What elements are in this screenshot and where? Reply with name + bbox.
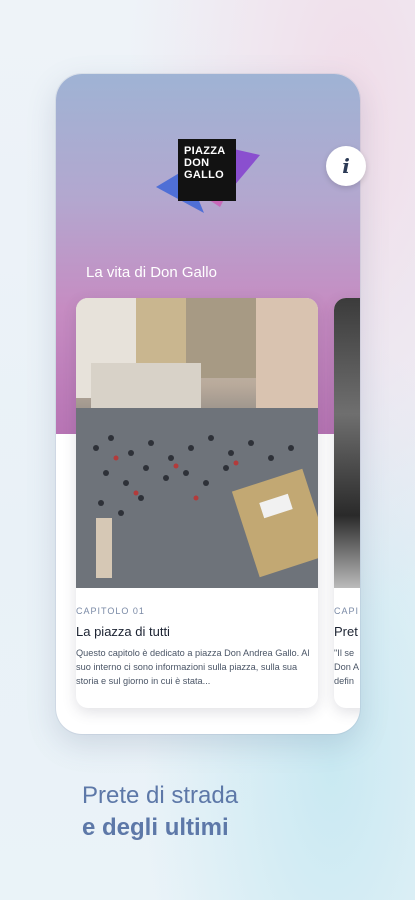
portrait-photo bbox=[334, 298, 360, 588]
logo-text: PIAZZA DON GALLO bbox=[178, 139, 236, 201]
desc-line-1: "Il se bbox=[334, 648, 355, 658]
tagline-line-1: Prete di strada bbox=[82, 782, 239, 809]
desc-line-2: Don A bbox=[334, 662, 360, 672]
chapter-number: CAPITOLO 01 bbox=[76, 606, 145, 616]
chapter-description: Questo capitolo è dedicato a piazza Don … bbox=[76, 648, 310, 686]
piazza-don-gallo-logo: PIAZZA DON GALLO bbox=[156, 129, 260, 213]
tagline: Prete di strada e degli ultimi bbox=[82, 780, 238, 844]
chapter-number-next: CAPI bbox=[334, 606, 360, 616]
chapter-title-next: Pret bbox=[334, 624, 358, 639]
chapter-card-next[interactable]: CAPI Pret "Il se Don A defin bbox=[334, 298, 360, 708]
logo-line-2: DON bbox=[184, 157, 210, 169]
section-title: La vita di Don Gallo bbox=[86, 264, 217, 281]
tagline-line-2: e degli ultimi bbox=[82, 814, 229, 841]
chapter-title: La piazza di tutti bbox=[76, 624, 170, 639]
crowd-illustration bbox=[76, 298, 318, 588]
chapter-card[interactable]: CAPITOLO 01 La piazza di tutti Questo ca… bbox=[76, 298, 318, 708]
chapter-description-next: "Il se Don A defin bbox=[334, 646, 359, 688]
logo-line-3: GALLO bbox=[184, 169, 224, 181]
piazza-photo bbox=[76, 298, 318, 588]
logo-line-1: PIAZZA bbox=[184, 145, 226, 157]
desc-line-3: defin bbox=[334, 676, 354, 686]
phone-frame: PIAZZA DON GALLO La vita di Don Gallo CA… bbox=[56, 74, 360, 734]
info-icon[interactable]: i bbox=[326, 146, 366, 186]
